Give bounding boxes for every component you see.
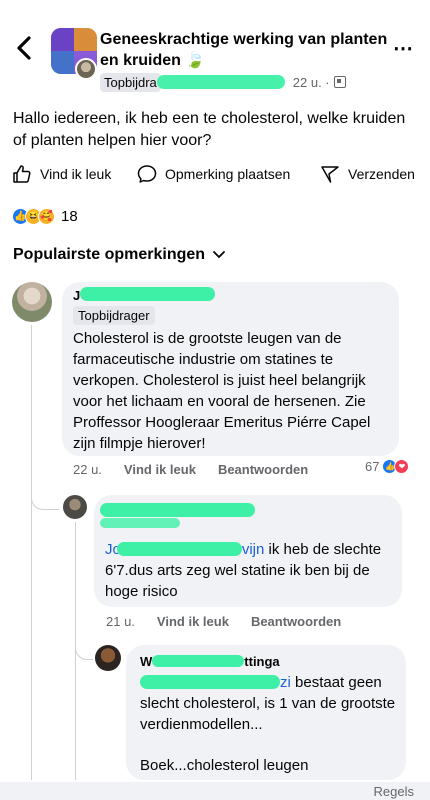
heart-reaction-icon: ❤ [394, 459, 410, 474]
comment-time[interactable]: 21 u. [106, 614, 135, 629]
post-actions: Vind ik leuk Opmerking plaatsen Verzende… [0, 160, 430, 190]
group-name[interactable]: Geneeskrachtige werking van planten en k… [100, 29, 390, 71]
thread-connector [31, 470, 59, 510]
redaction-scribble [156, 75, 285, 89]
comment-like-button[interactable]: Vind ik leuk [124, 462, 196, 477]
bottom-bar [0, 782, 430, 800]
like-button[interactable]: Vind ik leuk [12, 164, 111, 184]
comment-icon [137, 165, 157, 183]
commenter-avatar[interactable] [12, 282, 52, 322]
thumbs-up-icon [13, 165, 31, 183]
comment-reactions[interactable]: 67 👍 ❤ [365, 459, 410, 474]
comment-bubble: Jo vijn ik heb de slechte 6'7.dus arts ze… [94, 495, 402, 607]
comment-time[interactable]: 22 u. [73, 462, 102, 477]
mention-link-tail[interactable]: vijn [242, 541, 265, 558]
redaction-scribble [100, 503, 255, 517]
commenter-name[interactable]: Wttinga [140, 654, 280, 669]
comment-like-button[interactable]: Vind ik leuk [157, 614, 229, 629]
comment-text-line: Boek...cholesterol leugen [140, 757, 309, 774]
more-button[interactable]: ⋯ [393, 36, 414, 61]
comment-reply-button[interactable]: Beantwoorden [251, 614, 341, 629]
commenter-name[interactable]: J [73, 288, 80, 303]
like-label: Vind ik leuk [40, 166, 112, 182]
comment-meta: 22 u. Vind ik leuk Beantwoorden [73, 462, 330, 477]
post-meta: Topbijdra 22 u. · [100, 72, 346, 92]
redaction-scribble [152, 655, 245, 667]
audience-icon [333, 76, 346, 88]
thread-connector [75, 620, 93, 660]
more-dots-icon: ⋯ [393, 38, 414, 60]
commenter-avatar[interactable] [63, 495, 87, 519]
post-text: Hallo iedereen, ik heb een te cholestero… [13, 110, 406, 149]
thread-line [31, 325, 32, 780]
back-button[interactable] [14, 34, 38, 62]
chevron-left-icon [17, 36, 31, 60]
comment-text: Cholesterol is de grootste leugen van de… [73, 330, 371, 452]
reaction-count: 18 [61, 207, 78, 225]
share-label: Verzenden [348, 166, 415, 182]
chevron-down-icon [213, 251, 225, 259]
post-time[interactable]: 22 u. · [293, 75, 330, 90]
comments-sort-label: Populairste opmerkingen [13, 246, 206, 263]
author-badge: Topbijdra [100, 72, 161, 92]
mention-link-tail[interactable]: zi [280, 674, 291, 691]
group-name-text[interactable]: Geneeskrachtige werking van planten en k… [100, 31, 387, 69]
comments-sort[interactable]: Populairste opmerkingen [13, 246, 225, 264]
comment-bubble: Wttinga zi bestaat geen slecht cholester… [126, 645, 406, 780]
post-header: Geneeskrachtige werking van planten en k… [0, 0, 430, 100]
care-reaction-icon: 🥰 [38, 207, 55, 225]
comment-label: Opmerking plaatsen [165, 166, 291, 182]
reactions-summary[interactable]: 👍 😆 🥰 18 [12, 205, 78, 227]
send-icon [321, 166, 339, 183]
comment-text: zi bestaat geen slecht cholesterol, is 1… [140, 672, 400, 735]
rules-link[interactable]: Regels [374, 784, 414, 799]
redaction-scribble [140, 675, 280, 689]
comment-bubble: J Topbijdrager Cholesterol is de grootst… [62, 282, 399, 456]
comment-meta: 21 u. Vind ik leuk Beantwoorden [106, 614, 363, 629]
comment-reaction-count: 67 [365, 459, 380, 474]
share-button[interactable]: Verzenden [320, 164, 415, 184]
author-avatar[interactable] [75, 58, 97, 80]
comment-text: Jo vijn ik heb de slechte 6'7.dus arts ze… [105, 539, 395, 602]
redaction-scribble [100, 518, 180, 528]
comment-reply-button[interactable]: Beantwoorden [218, 462, 308, 477]
redaction-scribble [116, 542, 242, 556]
leaf-emoji-icon: 🍃 [185, 52, 206, 69]
commenter-avatar[interactable] [95, 645, 121, 671]
comment-button[interactable]: Opmerking plaatsen [137, 164, 290, 184]
commenter-badge: Topbijdrager [73, 306, 155, 325]
redaction-scribble [80, 287, 215, 301]
